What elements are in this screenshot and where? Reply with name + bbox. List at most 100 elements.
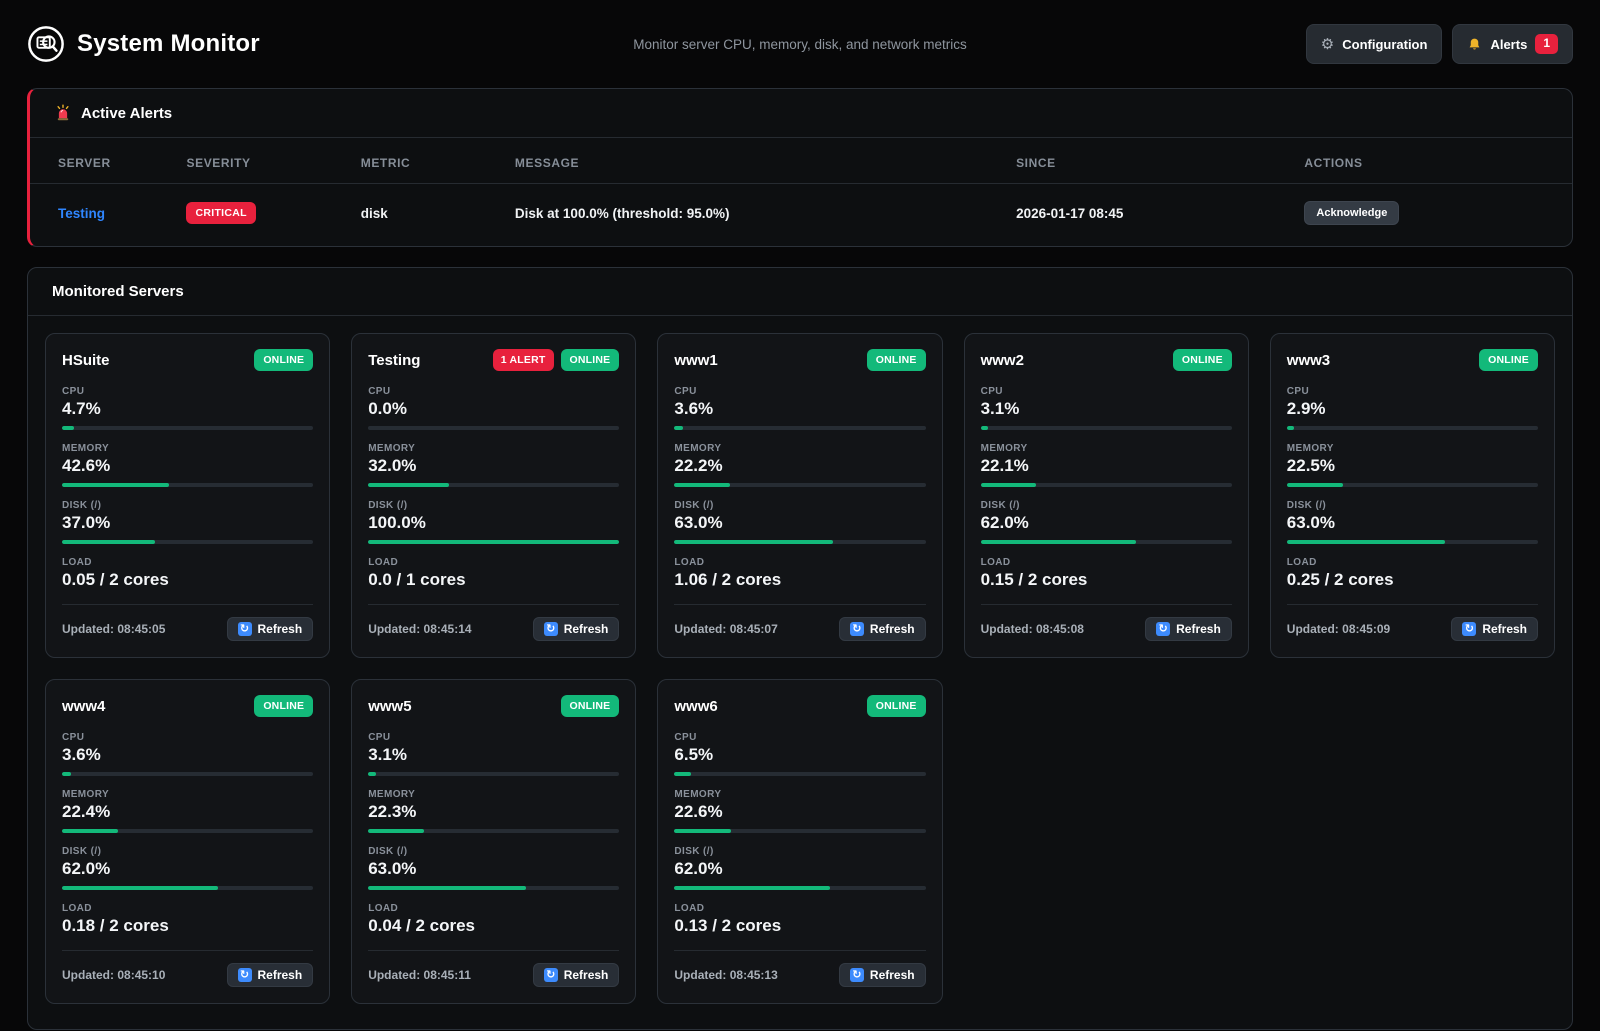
cpu-label: CPU (1287, 386, 1538, 397)
cpu-value: 6.5% (674, 745, 925, 765)
refresh-button[interactable]: ↻ Refresh (227, 963, 314, 987)
cpu-progress-bar (368, 426, 619, 430)
cpu-metric: CPU 0.0% (368, 386, 619, 430)
disk-label: DISK (/) (62, 500, 313, 511)
cpu-value: 0.0% (368, 399, 619, 419)
refresh-button[interactable]: ↻ Refresh (1451, 617, 1538, 641)
refresh-button[interactable]: ↻ Refresh (533, 617, 620, 641)
memory-progress-bar (981, 483, 1232, 487)
disk-progress-bar (368, 886, 619, 890)
cpu-metric: CPU 4.7% (62, 386, 313, 430)
refresh-button-label: Refresh (1482, 622, 1527, 636)
cpu-progress-bar (674, 426, 925, 430)
disk-metric: DISK (/) 63.0% (368, 846, 619, 890)
refresh-icon: ↻ (238, 622, 252, 636)
server-card: www3 ONLINE CPU 2.9% MEMORY 22.5% DISK (… (1270, 333, 1555, 658)
load-metric: LOAD 0.04 / 2 cores (368, 903, 619, 936)
load-metric: LOAD 0.18 / 2 cores (62, 903, 313, 936)
updated-timestamp: Updated: 08:45:10 (62, 968, 165, 982)
card-divider (62, 604, 313, 605)
server-card: www6 ONLINE CPU 6.5% MEMORY 22.6% DISK (… (657, 679, 942, 1004)
disk-progress-bar (62, 540, 313, 544)
cpu-label: CPU (62, 386, 313, 397)
load-metric: LOAD 0.13 / 2 cores (674, 903, 925, 936)
memory-label: MEMORY (674, 789, 925, 800)
load-metric: LOAD 1.06 / 2 cores (674, 557, 925, 590)
memory-value: 22.2% (674, 456, 925, 476)
alert-row: Testing CRITICAL disk Disk at 100.0% (th… (30, 184, 1572, 247)
alerts-button[interactable]: Alerts 1 (1452, 24, 1573, 64)
cpu-value: 3.1% (981, 399, 1232, 419)
status-badge: ONLINE (867, 695, 926, 717)
acknowledge-button[interactable]: Acknowledge (1304, 201, 1399, 225)
status-badge: ONLINE (561, 695, 620, 717)
memory-value: 22.6% (674, 802, 925, 822)
memory-metric: MEMORY 22.6% (674, 789, 925, 833)
updated-timestamp: Updated: 08:45:08 (981, 622, 1084, 636)
page-title: System Monitor (77, 30, 260, 58)
cpu-progress-bar (981, 426, 1232, 430)
disk-value: 63.0% (1287, 513, 1538, 533)
refresh-button-label: Refresh (564, 622, 609, 636)
server-name: www1 (674, 352, 717, 369)
refresh-button[interactable]: ↻ Refresh (839, 617, 926, 641)
cpu-progress-bar (62, 772, 313, 776)
refresh-button[interactable]: ↻ Refresh (533, 963, 620, 987)
brand: System Monitor (27, 25, 260, 63)
refresh-icon: ↻ (238, 968, 252, 982)
load-metric: LOAD 0.0 / 1 cores (368, 557, 619, 590)
load-label: LOAD (368, 557, 619, 568)
disk-value: 63.0% (674, 513, 925, 533)
monitored-servers-title: Monitored Servers (52, 283, 184, 300)
disk-progress-bar (981, 540, 1232, 544)
status-badge: ONLINE (1173, 349, 1232, 371)
disk-label: DISK (/) (368, 500, 619, 511)
memory-metric: MEMORY 22.4% (62, 789, 313, 833)
server-name: HSuite (62, 352, 110, 369)
cpu-value: 3.6% (62, 745, 313, 765)
updated-timestamp: Updated: 08:45:07 (674, 622, 777, 636)
refresh-icon: ↻ (1462, 622, 1476, 636)
memory-progress-bar (674, 829, 925, 833)
memory-label: MEMORY (1287, 443, 1538, 454)
alert-server-link[interactable]: Testing (58, 206, 105, 221)
cpu-label: CPU (674, 386, 925, 397)
alert-message: Disk at 100.0% (threshold: 95.0%) (505, 184, 1006, 247)
card-divider (368, 950, 619, 951)
cpu-label: CPU (62, 732, 313, 743)
app-header: System Monitor Monitor server CPU, memor… (0, 0, 1600, 88)
status-badge: ONLINE (867, 349, 926, 371)
load-metric: LOAD 0.25 / 2 cores (1287, 557, 1538, 590)
server-name: www5 (368, 698, 411, 715)
memory-progress-bar (368, 829, 619, 833)
memory-progress-bar (674, 483, 925, 487)
alerts-table-header-row: SERVER SEVERITY METRIC MESSAGE SINCE ACT… (30, 138, 1572, 184)
refresh-button-label: Refresh (1176, 622, 1221, 636)
app-logo-icon (27, 25, 65, 63)
cpu-metric: CPU 3.1% (981, 386, 1232, 430)
server-card: www5 ONLINE CPU 3.1% MEMORY 22.3% DISK (… (351, 679, 636, 1004)
load-metric: LOAD 0.05 / 2 cores (62, 557, 313, 590)
memory-label: MEMORY (62, 789, 313, 800)
memory-metric: MEMORY 22.5% (1287, 443, 1538, 487)
alerts-count-badge: 1 (1535, 34, 1558, 54)
cpu-metric: CPU 2.9% (1287, 386, 1538, 430)
col-header-actions: ACTIONS (1294, 138, 1572, 184)
refresh-icon: ↻ (544, 968, 558, 982)
cpu-label: CPU (981, 386, 1232, 397)
refresh-button[interactable]: ↻ Refresh (1145, 617, 1232, 641)
col-header-server: SERVER (30, 138, 176, 184)
refresh-button-label: Refresh (870, 622, 915, 636)
cpu-progress-bar (1287, 426, 1538, 430)
configuration-button[interactable]: ⚙ Configuration (1306, 24, 1443, 64)
load-value: 0.15 / 2 cores (981, 570, 1232, 590)
disk-progress-bar (368, 540, 619, 544)
refresh-button[interactable]: ↻ Refresh (839, 963, 926, 987)
card-divider (674, 950, 925, 951)
memory-value: 22.3% (368, 802, 619, 822)
status-badge: ONLINE (254, 695, 313, 717)
cpu-metric: CPU 3.1% (368, 732, 619, 776)
siren-icon (54, 104, 72, 122)
memory-label: MEMORY (674, 443, 925, 454)
refresh-button[interactable]: ↻ Refresh (227, 617, 314, 641)
